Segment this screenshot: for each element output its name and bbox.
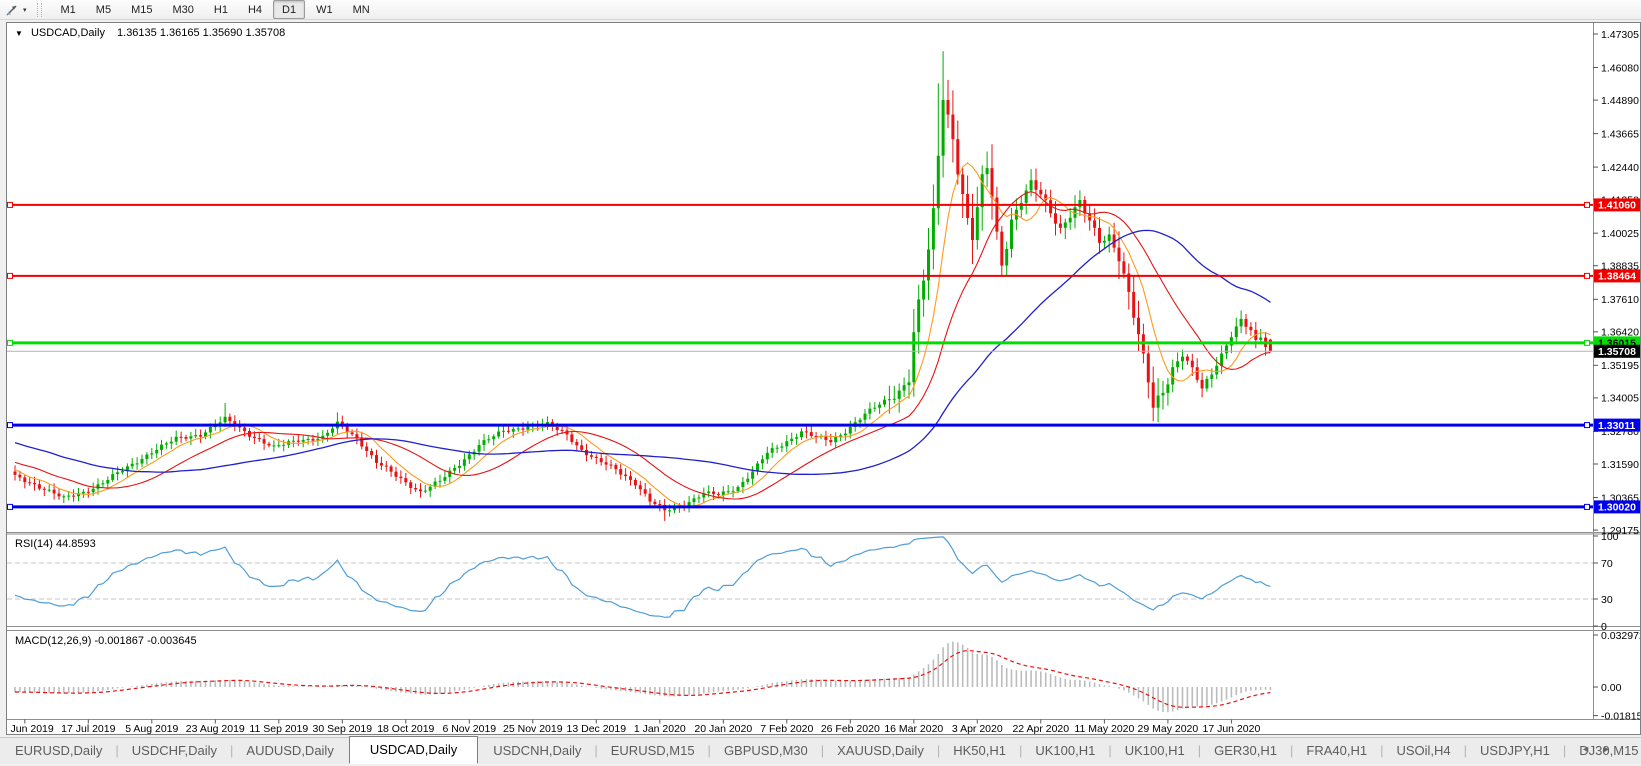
svg-text:1.41060: 1.41060 <box>1598 200 1636 212</box>
svg-text:1.33011: 1.33011 <box>1598 420 1636 432</box>
chart-tabs: EURUSD,Daily|USDCHF,Daily|AUDUSD,DailyUS… <box>0 738 1641 763</box>
svg-text:30 Sep 2019: 30 Sep 2019 <box>313 723 373 734</box>
svg-text:6 Nov 2019: 6 Nov 2019 <box>442 723 496 734</box>
svg-text:23 Aug 2019: 23 Aug 2019 <box>186 723 245 734</box>
svg-text:70: 70 <box>1601 558 1613 570</box>
timeframe-button-h1[interactable]: H1 <box>205 0 237 19</box>
svg-text:0.00: 0.00 <box>1601 682 1622 694</box>
svg-text:25 Nov 2019: 25 Nov 2019 <box>503 723 563 734</box>
chart-canvas[interactable]: 1.473051.460801.448901.436651.424401.412… <box>7 23 1640 734</box>
svg-text:17 Jun 2020: 17 Jun 2020 <box>1202 723 1260 734</box>
tab-usdjpy-h1[interactable]: USDJPY,H1 <box>1465 740 1565 761</box>
symbol-dropdown-icon[interactable]: ▼ <box>15 29 23 38</box>
tab-usdcnh-daily[interactable]: USDCNH,Daily <box>478 740 596 761</box>
chart-title: ▼ USDCAD,Daily 1.36135 1.36165 1.35690 1… <box>15 27 285 39</box>
svg-text:29 May 2020: 29 May 2020 <box>1138 723 1199 734</box>
svg-text:1.40025: 1.40025 <box>1601 228 1639 240</box>
timeframe-button-mn[interactable]: MN <box>344 0 379 19</box>
svg-text:1.34005: 1.34005 <box>1601 393 1639 405</box>
svg-text:1 Jan 2020: 1 Jan 2020 <box>634 723 686 734</box>
svg-text:1.31590: 1.31590 <box>1601 459 1639 471</box>
svg-text:16 Mar 2020: 16 Mar 2020 <box>884 723 943 734</box>
timeframe-button-m30[interactable]: M30 <box>163 0 202 19</box>
svg-text:-0.018154: -0.018154 <box>1601 710 1640 722</box>
tab-usoil-h4[interactable]: USOil,H4 <box>1381 740 1465 761</box>
svg-text:1.30020: 1.30020 <box>1598 502 1636 514</box>
svg-text:22 Apr 2020: 22 Apr 2020 <box>1012 723 1069 734</box>
timeframe-button-h4[interactable]: H4 <box>239 0 271 19</box>
svg-text:1.35195: 1.35195 <box>1601 360 1639 372</box>
tab-uk100-h1[interactable]: UK100,H1 <box>1110 740 1200 761</box>
svg-text:20 Jan 2020: 20 Jan 2020 <box>694 723 752 734</box>
svg-text:11 May 2020: 11 May 2020 <box>1074 723 1134 734</box>
chart-ohlc-values: 1.36135 1.36165 1.35690 1.35708 <box>117 27 285 39</box>
timeframe-button-m15[interactable]: M15 <box>122 0 161 19</box>
toolbar-grip <box>37 3 42 17</box>
svg-text:1.46080: 1.46080 <box>1601 62 1639 74</box>
tab-scroll-left-icon[interactable]: ◄ <box>1581 744 1590 754</box>
tab-gbpusd-m30[interactable]: GBPUSD,M30 <box>709 740 823 761</box>
tab-usdchf-daily[interactable]: USDCHF,Daily <box>117 740 232 761</box>
svg-text:1.47305: 1.47305 <box>1601 29 1639 41</box>
macd-indicator-label: MACD(12,26,9) -0.001867 -0.003645 <box>15 635 197 647</box>
tab-fra40-h1[interactable]: FRA40,H1 <box>1291 740 1382 761</box>
svg-text:1.37610: 1.37610 <box>1601 294 1639 306</box>
chart-tab-bar: EURUSD,Daily|USDCHF,Daily|AUDUSD,DailyUS… <box>0 737 1641 763</box>
timeframe-button-d1[interactable]: D1 <box>273 0 305 19</box>
svg-text:5 Aug 2019: 5 Aug 2019 <box>125 723 178 734</box>
rsi-indicator-label: RSI(14) 44.8593 <box>15 538 96 550</box>
svg-text:3 Apr 2020: 3 Apr 2020 <box>952 723 1003 734</box>
svg-text:100: 100 <box>1601 531 1619 543</box>
svg-text:1.38464: 1.38464 <box>1598 271 1636 283</box>
top-toolbar: ▾ M1M5M15M30H1H4D1W1MN <box>0 0 1641 20</box>
tab-scroll-right-icon[interactable]: ► <box>1602 744 1611 754</box>
svg-text:28 Jun 2019: 28 Jun 2019 <box>7 723 54 734</box>
svg-text:26 Feb 2020: 26 Feb 2020 <box>821 723 880 734</box>
svg-text:18 Oct 2019: 18 Oct 2019 <box>377 723 434 734</box>
tab-ger30-h1[interactable]: GER30,H1 <box>1199 740 1292 761</box>
timeframe-button-m5[interactable]: M5 <box>87 0 120 19</box>
chart-tools-button[interactable]: ▾ <box>4 2 27 18</box>
chart-cursor-icon <box>4 2 20 18</box>
svg-text:30: 30 <box>1601 594 1613 606</box>
chart-symbol-label: USDCAD,Daily <box>31 27 105 39</box>
svg-text:1.35708: 1.35708 <box>1598 346 1636 358</box>
tab-hk50-h1[interactable]: HK50,H1 <box>938 740 1021 761</box>
svg-text:11 Sep 2019: 11 Sep 2019 <box>249 723 308 734</box>
timeframe-buttons: M1M5M15M30H1H4D1W1MN <box>51 0 380 19</box>
timeframe-button-m1[interactable]: M1 <box>52 0 85 19</box>
svg-text:13 Dec 2019: 13 Dec 2019 <box>567 723 627 734</box>
svg-text:1.42440: 1.42440 <box>1601 162 1639 174</box>
svg-text:1.44890: 1.44890 <box>1601 95 1639 107</box>
tab-eurusd-daily[interactable]: EURUSD,Daily <box>0 740 117 761</box>
svg-text:17 Jul 2019: 17 Jul 2019 <box>61 723 115 734</box>
chevron-down-icon: ▾ <box>23 6 27 14</box>
timeframe-button-w1[interactable]: W1 <box>307 0 342 19</box>
svg-text:0.032972: 0.032972 <box>1601 630 1640 642</box>
chart-window: 1.473051.460801.448901.436651.424401.412… <box>6 22 1641 735</box>
tab-usdcad-daily[interactable]: USDCAD,Daily <box>349 736 478 764</box>
tab-audusd-daily[interactable]: AUDUSD,Daily <box>231 740 348 761</box>
svg-text:7 Feb 2020: 7 Feb 2020 <box>760 723 813 734</box>
tab-xauusd-daily[interactable]: XAUUSD,Daily <box>822 740 939 761</box>
tab-eurusd-m15[interactable]: EURUSD,M15 <box>596 740 710 761</box>
tab-uk100-h1[interactable]: UK100,H1 <box>1020 740 1110 761</box>
svg-text:1.43665: 1.43665 <box>1601 128 1639 140</box>
